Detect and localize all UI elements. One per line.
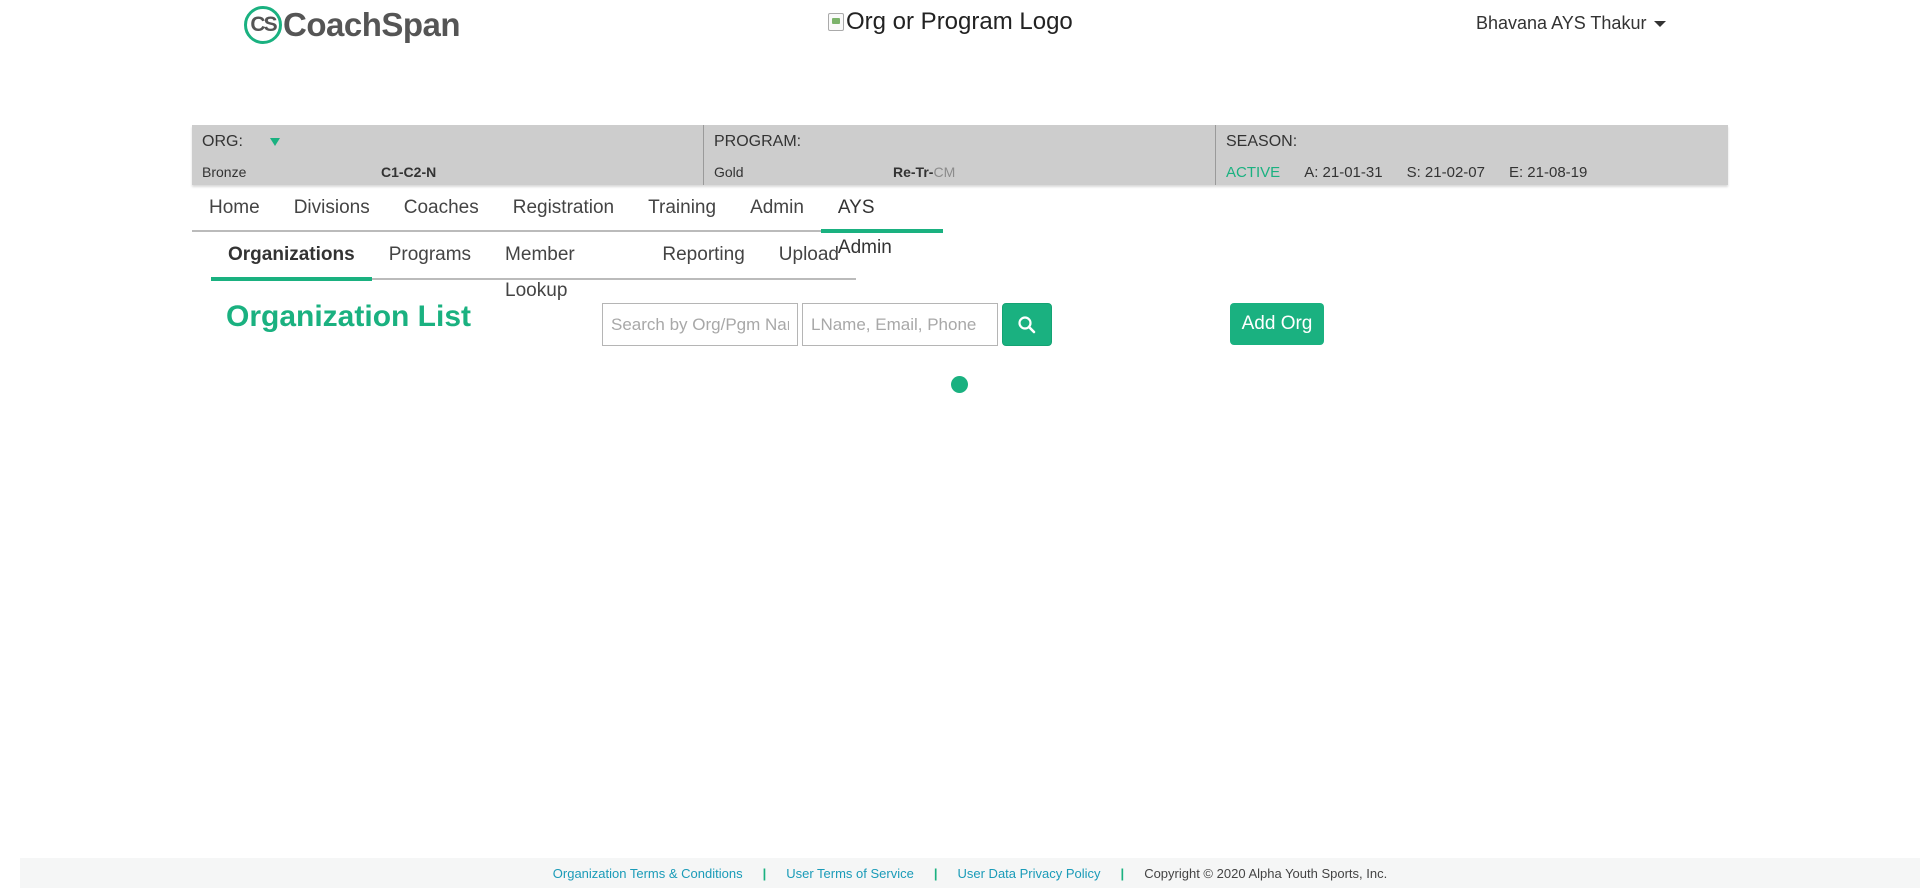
nav-admin[interactable]: Admin: [733, 188, 821, 230]
tab-programs[interactable]: Programs: [372, 237, 488, 278]
member-search-input[interactable]: [802, 303, 998, 346]
user-menu[interactable]: Bhavana AYS Thakur: [1476, 13, 1667, 34]
nav-home[interactable]: Home: [192, 188, 277, 230]
user-terms-link[interactable]: User Terms of Service: [786, 866, 914, 881]
nav-registration[interactable]: Registration: [496, 188, 631, 230]
tab-organizations[interactable]: Organizations: [211, 237, 372, 281]
page-title: Organization List: [226, 300, 472, 333]
footer-separator: |: [762, 865, 767, 881]
broken-image-icon: [828, 13, 844, 31]
nav-ays-admin[interactable]: AYS Admin: [820, 188, 944, 258]
brand-name: CoachSpan: [283, 6, 461, 43]
season-a-date: A: 21-01-31: [1304, 164, 1383, 181]
footer-separator: |: [1120, 865, 1125, 881]
org-context: ORG: Bronze C1-C2-N: [192, 125, 704, 185]
nav-divisions[interactable]: Divisions: [277, 188, 387, 230]
program-code: Re-Tr-CM: [893, 164, 955, 180]
season-label: SEASON:: [1226, 133, 1298, 150]
season-status: ACTIVE: [1226, 164, 1281, 181]
footer-separator: |: [933, 865, 938, 881]
program-label: PROGRAM:: [714, 133, 802, 150]
caret-down-icon: [1654, 20, 1667, 27]
tab-upload[interactable]: Upload: [762, 237, 856, 278]
main-nav: Home Divisions Coaches Registration Trai…: [192, 188, 944, 258]
org-logo-alt-text: Org or Program Logo: [846, 8, 1073, 35]
brand-mark: CS: [244, 6, 282, 44]
season-context: SEASON: ACTIVE A: 21-01-31 S: 21-02-07 E…: [1216, 125, 1728, 185]
program-level: Gold: [714, 164, 744, 180]
triangle-down-icon[interactable]: [270, 138, 280, 146]
season-e-date: E: 21-08-19: [1508, 164, 1588, 181]
copyright-text: Copyright © 2020 Alpha Youth Sports, Inc…: [1144, 865, 1388, 881]
nav-coaches[interactable]: Coaches: [387, 188, 496, 230]
org-search-input[interactable]: [602, 303, 798, 346]
tab-member-lookup[interactable]: Member Lookup: [488, 237, 645, 301]
org-terms-link[interactable]: Organization Terms & Conditions: [553, 866, 743, 881]
org-label: ORG:: [202, 133, 243, 150]
privacy-policy-link[interactable]: User Data Privacy Policy: [958, 866, 1101, 881]
search-button[interactable]: [1002, 303, 1052, 346]
add-org-button[interactable]: Add Org: [1230, 303, 1324, 345]
context-bar: ORG: Bronze C1-C2-N PROGRAM: Gold Re-Tr-…: [192, 125, 1728, 185]
user-name: Bhavana AYS Thakur: [1476, 13, 1647, 33]
org-level: Bronze: [202, 164, 247, 180]
program-context: PROGRAM: Gold Re-Tr-CM: [704, 125, 1216, 185]
tab-reporting[interactable]: Reporting: [645, 237, 761, 278]
org-code: C1-C2-N: [381, 164, 437, 180]
season-s-date: S: 21-02-07: [1406, 164, 1485, 181]
org-program-logo: Org or Program Logo: [828, 8, 1073, 36]
season-dates: ACTIVE A: 21-01-31 S: 21-02-07 E: 21-08-…: [1226, 164, 1611, 181]
footer: Organization Terms & Conditions | User T…: [20, 858, 1920, 888]
nav-training[interactable]: Training: [631, 188, 733, 230]
loading-spinner: [951, 376, 968, 393]
brand-logo[interactable]: CS CoachSpan: [244, 6, 461, 44]
program-code-main: Re-Tr-: [893, 164, 934, 180]
sub-nav: Organizations Programs Member Lookup Rep…: [211, 237, 856, 301]
program-code-faint: CM: [933, 164, 956, 180]
search-icon: [1018, 315, 1036, 333]
